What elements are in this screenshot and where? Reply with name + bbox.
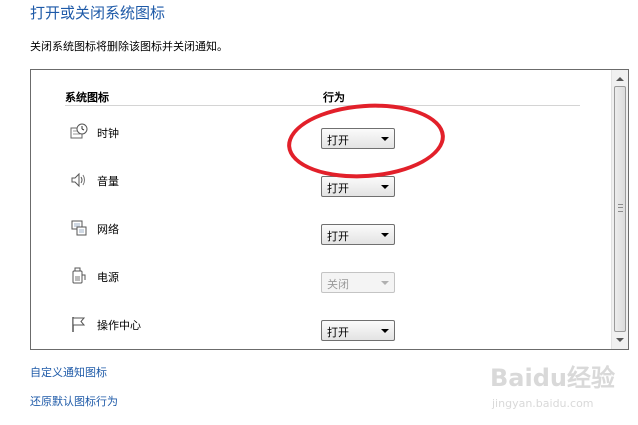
row-label-volume: 音量: [97, 175, 119, 188]
clock-icon: [70, 123, 88, 139]
volume-icon: [71, 172, 85, 188]
chevron-down-icon: [381, 233, 389, 237]
action-center-behavior-select[interactable]: 打开: [321, 320, 395, 341]
watermark-text: Baidu经验: [490, 364, 615, 392]
chevron-down-icon: [381, 185, 389, 189]
baidu-jingyan-watermark: Baidu经验 jingyan.baidu.com: [490, 364, 615, 410]
page-description: 关闭系统图标将删除该图标并关闭通知。: [30, 40, 228, 53]
power-behavior-value: 关闭: [327, 278, 349, 291]
volume-behavior-select[interactable]: 打开: [321, 176, 395, 197]
row-label-action-center: 操作中心: [97, 319, 141, 332]
row-label-clock: 时钟: [97, 127, 119, 140]
column-header-behavior: 行为: [323, 91, 345, 104]
customize-notification-icons-link[interactable]: 自定义通知图标: [30, 364, 107, 380]
scroll-up-arrow-icon[interactable]: [616, 77, 624, 81]
header-divider: [65, 105, 580, 106]
power-icon: [72, 267, 86, 284]
page-title: 打开或关闭系统图标: [30, 4, 166, 22]
volume-behavior-value: 打开: [327, 182, 349, 195]
action-center-behavior-value: 打开: [327, 326, 349, 339]
row-label-network: 网络: [97, 223, 119, 236]
network-icon: [71, 220, 87, 236]
scroll-down-arrow-icon[interactable]: [616, 338, 624, 342]
row-label-power: 电源: [97, 271, 119, 284]
vertical-scrollbar[interactable]: [611, 70, 628, 349]
chevron-down-icon: [381, 281, 389, 285]
column-header-system-icons: 系统图标: [65, 91, 109, 104]
restore-default-icon-behaviors-link[interactable]: 还原默认图标行为: [30, 393, 118, 409]
chevron-down-icon: [381, 329, 389, 333]
network-behavior-value: 打开: [327, 230, 349, 243]
grip-icon: [618, 204, 623, 212]
action-center-flag-icon: [72, 317, 86, 332]
scrollbar-thumb[interactable]: [614, 86, 626, 332]
network-behavior-select[interactable]: 打开: [321, 224, 395, 245]
watermark-url: jingyan.baidu.com: [491, 397, 594, 410]
power-behavior-select: 关闭: [321, 272, 395, 293]
